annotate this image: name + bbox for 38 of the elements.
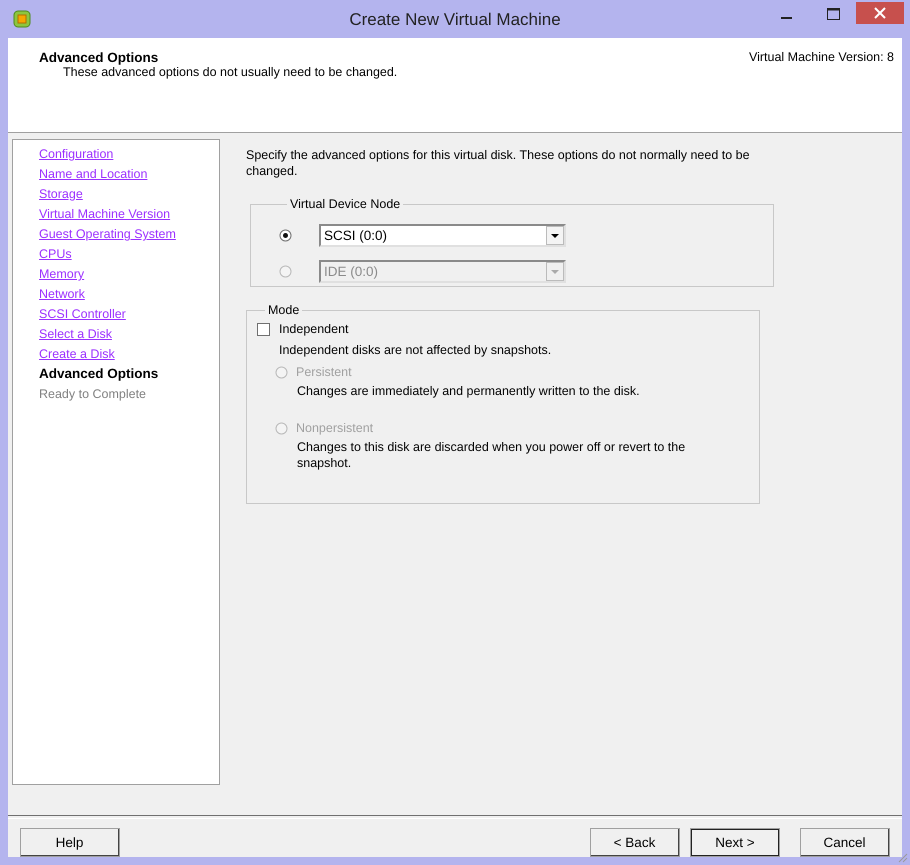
checkbox-label: Independent xyxy=(279,322,349,336)
step-link[interactable]: Configuration xyxy=(39,144,114,164)
step-link[interactable]: Create a Disk xyxy=(39,344,115,364)
step-link[interactable]: SCSI Controller xyxy=(39,304,126,324)
dropdown[interactable]: SCSI (0:0) xyxy=(319,224,566,246)
step-link[interactable]: Name and Location xyxy=(39,164,148,184)
step-link[interactable]: Select a Disk xyxy=(39,324,112,344)
step-label: Advanced Options xyxy=(39,365,158,383)
step-label: Ready to Complete xyxy=(39,386,146,403)
step-link[interactable]: Guest Operating System xyxy=(39,224,176,244)
step-link[interactable]: Storage xyxy=(39,184,83,204)
option-label: Nonpersistent xyxy=(296,421,374,435)
cancel-button[interactable]: Cancel xyxy=(800,828,890,857)
step-link[interactable]: Virtual Machine Version xyxy=(39,204,170,224)
nav-button[interactable]: Next > xyxy=(690,828,780,857)
nav-button[interactable]: < Back xyxy=(590,828,680,857)
intro-text: Specify the advanced options for this virtual disk. These options do not normally need to be changed. xyxy=(246,147,751,179)
group-label: Virtual Device Node xyxy=(289,197,402,211)
window-title: Create New Virtual Machine xyxy=(349,10,561,29)
option-description: Changes are immediately and permanently written to the disk. xyxy=(297,383,641,399)
radio-button[interactable] xyxy=(279,228,292,242)
option-label: Persistent xyxy=(296,365,352,379)
group-label: Mode xyxy=(267,303,300,317)
version-label: Virtual Machine Version: 8 xyxy=(749,50,894,64)
step-link[interactable]: Memory xyxy=(39,264,84,284)
page-subtitle: These advanced options do not usually need to be changed. xyxy=(63,65,398,79)
caret-icon xyxy=(546,262,564,280)
help-button[interactable]: Help xyxy=(20,828,120,857)
step-link[interactable]: CPUs xyxy=(39,244,72,264)
step-link[interactable]: Network xyxy=(39,284,85,304)
caret-icon xyxy=(546,226,564,244)
app-icon xyxy=(12,9,32,29)
close-icon[interactable] xyxy=(856,2,904,24)
resize-grip-icon xyxy=(896,851,908,863)
option-description: Changes to this disk are discarded when you power off or revert to the snapshot. xyxy=(297,439,686,471)
checkbox[interactable] xyxy=(257,322,270,336)
page-title: Advanced Options xyxy=(39,50,160,65)
note-text: Independent disks are not affected by snapshots. xyxy=(279,343,552,357)
